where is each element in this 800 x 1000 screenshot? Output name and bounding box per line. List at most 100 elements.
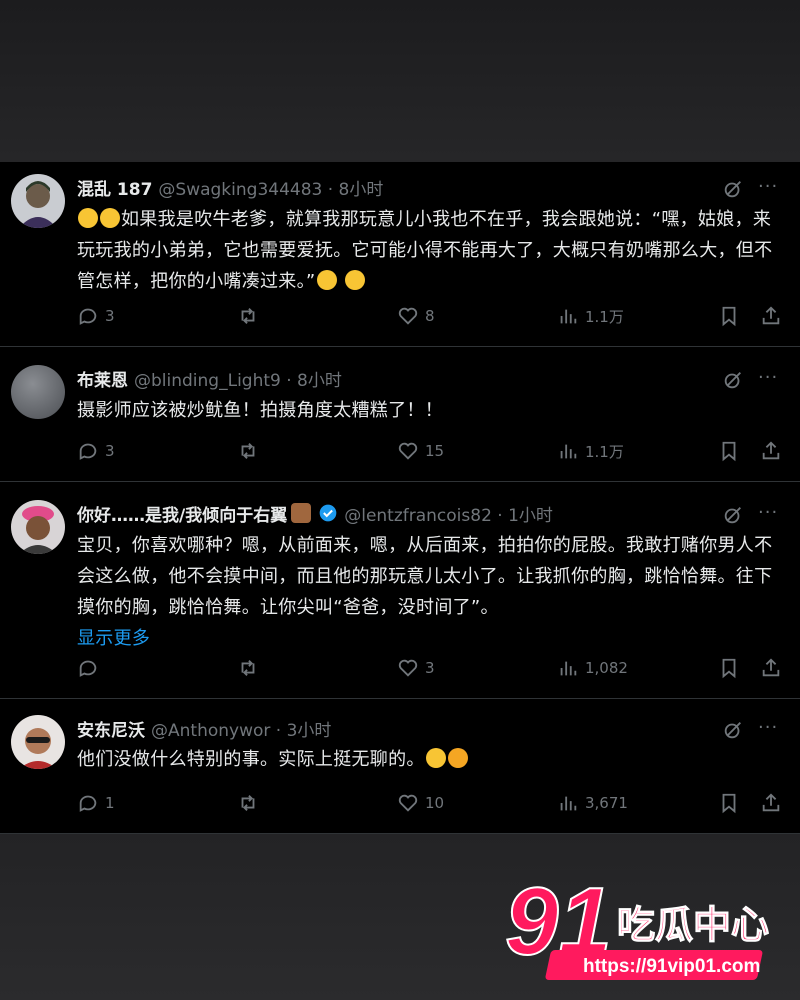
avatar[interactable]	[11, 365, 65, 419]
avatar[interactable]	[11, 715, 65, 769]
like-icon	[398, 442, 418, 460]
bookmark-icon	[722, 658, 736, 679]
reply-icon	[79, 660, 97, 677]
handle-timestamp[interactable]: @lentzfrancois82 · 1小时	[344, 501, 553, 526]
views-button[interactable]: 1,082	[557, 657, 628, 679]
background-top	[0, 0, 800, 162]
tweet-feed: 混乱 187 @Swagking344483 · 8小时 ··· 如果我是吹牛老…	[0, 162, 800, 834]
like-icon	[398, 794, 418, 812]
like-button[interactable]: 8	[397, 305, 435, 327]
rofl-emoji-icon	[344, 270, 365, 290]
verified-badge-icon	[319, 504, 337, 522]
share-icon	[762, 441, 780, 460]
tweet-text: 宝贝，你喜欢哪种？嗯，从前面来，嗯，从后面来，拍拍你的屁股。我敢打赌你男人不会这…	[77, 535, 773, 618]
more-icon[interactable]: ···	[758, 367, 778, 388]
display-name[interactable]: 布莱恩	[77, 366, 128, 391]
like-count: 10	[425, 794, 445, 812]
views-button[interactable]: 1.1万	[557, 305, 624, 327]
reply-icon	[79, 795, 97, 812]
rofl-emoji-icon	[425, 748, 446, 768]
like-count: 15	[425, 442, 445, 460]
share-button[interactable]	[760, 305, 782, 327]
reply-button[interactable]	[77, 657, 105, 679]
share-button[interactable]	[760, 657, 782, 679]
like-icon	[398, 307, 418, 325]
retweet-icon	[241, 660, 255, 676]
avatar[interactable]	[11, 174, 65, 228]
watermark-brand: 吃瓜中心	[617, 903, 769, 947]
reply-icon	[79, 443, 97, 460]
bookmark-button[interactable]	[718, 305, 740, 327]
display-name[interactable]: 混乱 187	[77, 175, 152, 200]
bookmark-button[interactable]	[718, 792, 740, 814]
retweet-button[interactable]	[237, 305, 265, 327]
display-name[interactable]: 安东尼沃	[77, 716, 145, 741]
share-icon	[762, 306, 780, 325]
tweet[interactable]: 你好……是我/我倾向于右翼 @lentzfrancois82 · 1小时 ···…	[0, 482, 800, 699]
bookmark-icon	[722, 441, 736, 462]
tweet[interactable]: 混乱 187 @Swagking344483 · 8小时 ··· 如果我是吹牛老…	[0, 162, 800, 347]
tweet-text: 他们没做什么特别的事。实际上挺无聊的。	[77, 749, 425, 770]
tweet[interactable]: 安东尼沃 @Anthonywor · 3小时 ··· 他们没做什么特别的事。实际…	[0, 699, 800, 834]
show-more-link[interactable]: 显示更多	[77, 628, 150, 649]
retweet-icon	[241, 308, 255, 324]
share-button[interactable]	[760, 440, 782, 462]
bookmark-icon	[722, 306, 736, 327]
avatar[interactable]	[11, 500, 65, 554]
reply-count: 3	[105, 307, 115, 325]
views-icon	[560, 661, 577, 676]
joy-emoji-icon	[316, 270, 337, 290]
views-button[interactable]: 1.1万	[557, 440, 624, 462]
grok-icon[interactable]	[722, 178, 744, 200]
more-icon[interactable]: ···	[758, 502, 778, 523]
like-count: 3	[425, 659, 435, 677]
reply-count: 1	[105, 794, 115, 812]
like-button[interactable]: 15	[397, 440, 444, 462]
bookmark-button[interactable]	[718, 440, 740, 462]
like-button[interactable]: 10	[397, 792, 444, 814]
like-count: 8	[425, 307, 435, 325]
reply-button[interactable]: 3	[77, 305, 115, 327]
views-button[interactable]: 3,671	[557, 792, 628, 814]
views-icon	[560, 796, 577, 811]
views-icon	[560, 444, 577, 459]
reply-button[interactable]: 1	[77, 792, 115, 814]
grok-icon[interactable]	[722, 719, 744, 741]
like-button[interactable]: 3	[397, 657, 435, 679]
bookmark-icon	[722, 793, 736, 814]
retweet-button[interactable]	[237, 792, 265, 814]
yawn-emoji-icon	[447, 748, 468, 768]
joy-emoji-icon	[78, 208, 98, 228]
reply-count: 3	[105, 442, 115, 460]
share-button[interactable]	[760, 792, 782, 814]
tweet-text: 摄影师应该被炒鱿鱼！拍摄角度太糟糕了！！	[77, 400, 443, 421]
display-name[interactable]: 你好……是我/我倾向于右翼	[77, 501, 287, 526]
rock-on-emoji-icon	[291, 503, 312, 523]
view-count: 1.1万	[585, 307, 624, 326]
rofl-emoji-icon	[100, 208, 120, 228]
retweet-button[interactable]	[237, 657, 265, 679]
grok-icon[interactable]	[722, 504, 744, 526]
watermark-logo: 91 吃瓜中心 https://91vip01.com	[505, 867, 770, 980]
handle-timestamp[interactable]: @Swagking344483 · 8小时	[158, 175, 383, 200]
share-icon	[762, 793, 780, 812]
retweet-button[interactable]	[237, 440, 265, 462]
retweet-icon	[241, 795, 255, 811]
reply-icon	[79, 308, 97, 325]
reply-button[interactable]: 3	[77, 440, 115, 462]
share-icon	[762, 658, 780, 677]
handle-timestamp[interactable]: @Anthonywor · 3小时	[151, 716, 331, 741]
handle-timestamp[interactable]: @blinding_Light9 · 8小时	[134, 366, 342, 391]
bookmark-button[interactable]	[718, 657, 740, 679]
grok-icon[interactable]	[722, 369, 744, 391]
like-icon	[398, 659, 418, 677]
views-icon	[560, 309, 577, 324]
view-count: 3,671	[585, 794, 628, 812]
more-icon[interactable]: ···	[758, 717, 778, 738]
retweet-icon	[241, 443, 255, 459]
tweet-text: 如果我是吹牛老爹，就算我那玩意儿小我也不在乎，我会跟她说：“嘿，姑娘，来玩玩我的…	[77, 209, 773, 292]
watermark-url: https://91vip01.com	[583, 956, 760, 977]
view-count: 1.1万	[585, 442, 624, 461]
more-icon[interactable]: ···	[758, 176, 778, 197]
tweet[interactable]: 布莱恩 @blinding_Light9 · 8小时 ··· 摄影师应该被炒鱿鱼…	[0, 347, 800, 482]
